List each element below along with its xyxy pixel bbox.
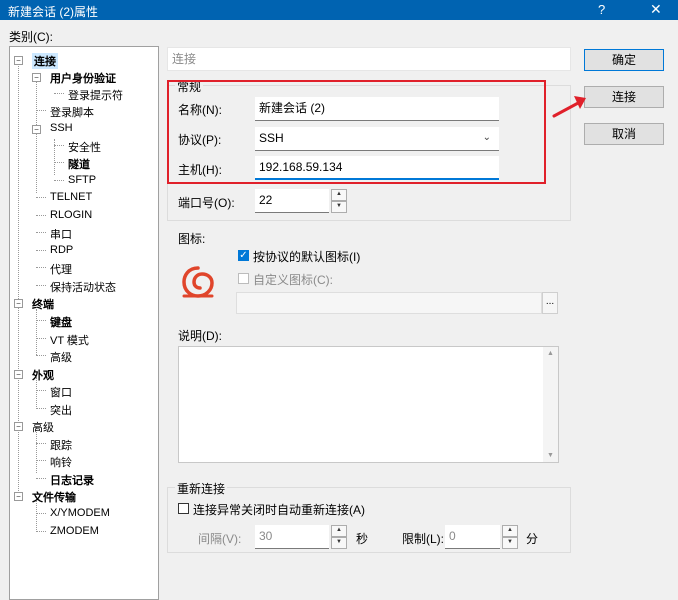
tree-item-window[interactable]: 窗口 [50, 384, 72, 400]
chevron-down-icon: ⌄ [482, 132, 491, 143]
default-icon-checkbox[interactable]: ✓ [238, 250, 249, 261]
panel-header: 连接 [167, 47, 571, 71]
port-label: 端口号(O): [178, 196, 235, 210]
custom-icon-checkbox[interactable] [238, 273, 249, 284]
collapse-icon[interactable]: − [14, 56, 23, 65]
port-spinner[interactable]: ▲ ▼ [331, 189, 347, 213]
tree-item-user-auth[interactable]: 用户身份验证 [50, 70, 116, 86]
spin-down-icon[interactable]: ▼ [331, 537, 347, 549]
limit-field[interactable]: 0 [445, 525, 500, 549]
tree-item-rdp[interactable]: RDP [50, 244, 73, 256]
custom-icon-path[interactable] [236, 292, 542, 314]
auto-reconnect-checkbox[interactable] [178, 503, 189, 514]
name-field[interactable]: 新建会话 (2) [255, 97, 499, 121]
tree-item-login-script[interactable]: 登录脚本 [50, 104, 94, 120]
close-button[interactable]: ✕ [650, 1, 662, 18]
collapse-icon[interactable]: − [14, 422, 23, 431]
spin-down-icon[interactable]: ▼ [331, 201, 347, 213]
collapse-icon[interactable]: − [14, 370, 23, 379]
ok-button[interactable]: 确定 [584, 49, 664, 71]
tree-item-advanced[interactable]: 高级 [32, 419, 54, 435]
default-icon-label: 按协议的默认图标(I) [253, 250, 361, 264]
tree-item-connection[interactable]: 连接 [32, 53, 58, 69]
spin-up-icon[interactable]: ▲ [331, 525, 347, 537]
connect-button[interactable]: 连接 [584, 86, 664, 108]
category-tree[interactable]: − 连接 − 用户身份验证 登录提示符 登录脚本 − SSH 安全性 隧道 SF… [9, 46, 159, 600]
custom-icon-label: 自定义图标(C): [253, 273, 333, 287]
limit-spinner[interactable]: ▲ ▼ [502, 525, 518, 549]
tree-item-keyboard[interactable]: 键盘 [50, 314, 72, 330]
host-field[interactable]: 192.168.59.134 [255, 156, 499, 180]
tree-item-highlight[interactable]: 突出 [50, 402, 72, 418]
collapse-icon[interactable]: − [14, 492, 23, 501]
reconnect-legend: 重新连接 [175, 480, 228, 497]
tree-item-terminal-advanced[interactable]: 高级 [50, 349, 72, 365]
protocol-label: 协议(P): [178, 133, 222, 147]
spin-down-icon[interactable]: ▼ [502, 537, 518, 549]
tree-item-file-transfer[interactable]: 文件传输 [32, 489, 76, 505]
tree-item-terminal[interactable]: 终端 [32, 296, 54, 312]
scroll-down-icon[interactable]: ▼ [543, 452, 558, 459]
auto-reconnect-label: 连接异常关闭时自动重新连接(A) [193, 503, 365, 517]
tree-item-zmodem[interactable]: ZMODEM [50, 525, 99, 537]
minutes-label: 分 [526, 532, 539, 546]
tree-item-trace[interactable]: 跟踪 [50, 437, 72, 453]
help-button[interactable]: ? [598, 2, 605, 17]
tree-item-tunnel[interactable]: 隧道 [68, 156, 90, 172]
scrollbar[interactable]: ▲ ▼ [543, 347, 558, 462]
arrow-annotation-icon [552, 96, 586, 118]
tree-item-telnet[interactable]: TELNET [50, 191, 92, 203]
seconds-label: 秒 [356, 532, 369, 546]
limit-label: 限制(L): [402, 532, 445, 546]
collapse-icon[interactable]: − [32, 73, 41, 82]
spin-up-icon[interactable]: ▲ [331, 189, 347, 201]
icon-label: 图标: [178, 232, 206, 246]
host-label: 主机(H): [178, 163, 222, 177]
description-textarea[interactable]: ▲ ▼ [178, 346, 559, 463]
category-label: 类别(C): [9, 30, 53, 44]
ssh-protocol-icon [182, 266, 214, 298]
tree-item-keepalive[interactable]: 保持活动状态 [50, 279, 116, 295]
tree-item-login-prompt[interactable]: 登录提示符 [68, 87, 123, 103]
tree-item-security[interactable]: 安全性 [68, 139, 101, 155]
collapse-icon[interactable]: − [14, 299, 23, 308]
tree-item-proxy[interactable]: 代理 [50, 261, 72, 277]
title-bar: 新建会话 (2)属性 ? ✕ [0, 0, 678, 20]
tree-item-rlogin[interactable]: RLOGIN [50, 209, 92, 221]
window-title: 新建会话 (2)属性 [8, 5, 99, 19]
interval-label: 间隔(V): [198, 532, 242, 546]
interval-spinner[interactable]: ▲ ▼ [331, 525, 347, 549]
tree-item-ssh[interactable]: SSH [50, 122, 73, 134]
description-label: 说明(D): [178, 329, 222, 343]
collapse-icon[interactable]: − [32, 125, 41, 134]
protocol-select[interactable]: SSH ⌄ [255, 127, 499, 151]
browse-button[interactable]: ... [542, 292, 558, 314]
name-label: 名称(N): [178, 103, 222, 117]
tree-item-bell[interactable]: 响铃 [50, 454, 72, 470]
scroll-up-icon[interactable]: ▲ [543, 350, 558, 357]
tree-item-logging[interactable]: 日志记录 [50, 472, 94, 488]
tree-item-sftp[interactable]: SFTP [68, 174, 96, 186]
interval-field[interactable]: 30 [255, 525, 329, 549]
cancel-button[interactable]: 取消 [584, 123, 664, 145]
tree-item-vt-mode[interactable]: VT 模式 [50, 332, 89, 348]
tree-item-xymodem[interactable]: X/YMODEM [50, 507, 110, 519]
tree-item-serial[interactable]: 串口 [50, 226, 72, 242]
port-field[interactable]: 22 [255, 189, 329, 213]
protocol-value: SSH [259, 131, 284, 145]
tree-item-appearance[interactable]: 外观 [32, 367, 54, 383]
spin-up-icon[interactable]: ▲ [502, 525, 518, 537]
